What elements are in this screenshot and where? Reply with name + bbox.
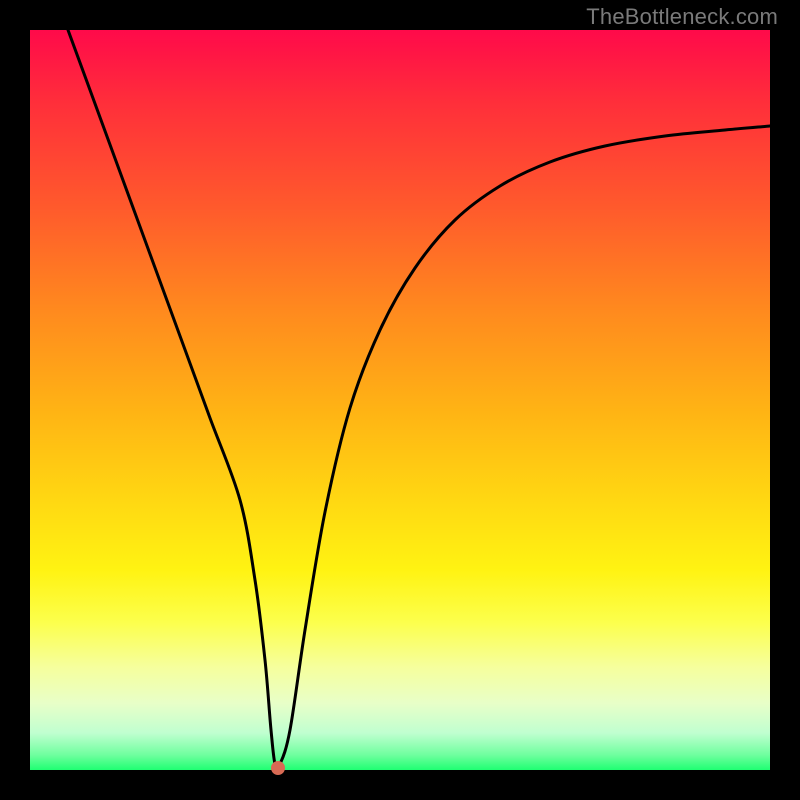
chart-container: TheBottleneck.com bbox=[0, 0, 800, 800]
minimum-marker-dot bbox=[271, 761, 285, 775]
curve-svg bbox=[30, 30, 770, 770]
watermark-text: TheBottleneck.com bbox=[586, 4, 778, 30]
bottleneck-curve bbox=[68, 30, 770, 768]
plot-area bbox=[30, 30, 770, 770]
